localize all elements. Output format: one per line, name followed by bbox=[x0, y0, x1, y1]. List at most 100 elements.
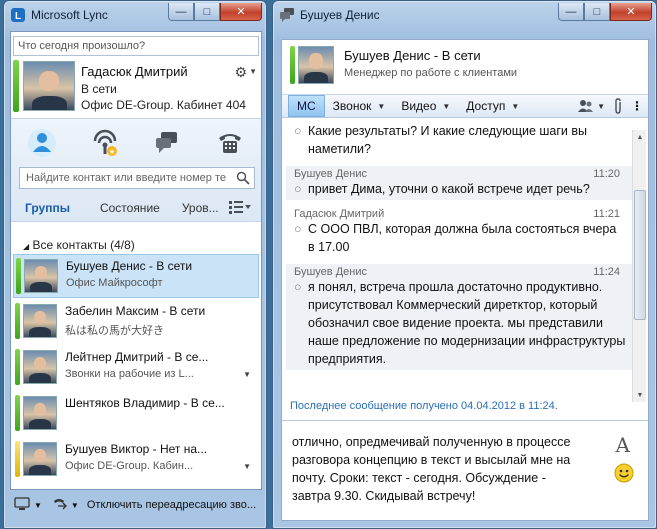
collapse-triangle-icon: ◢ bbox=[23, 242, 30, 251]
participant-avatar[interactable] bbox=[298, 46, 334, 84]
gear-icon[interactable]: ⚙ bbox=[234, 64, 247, 81]
my-presence-indicator[interactable] bbox=[13, 60, 19, 112]
contact-search-input[interactable]: Найдите контакт или введите номер те bbox=[19, 167, 255, 189]
scroll-down-icon[interactable]: ▼ bbox=[633, 388, 647, 402]
contact-name: Забелин Максим - В сети bbox=[65, 304, 206, 318]
group-all-contacts[interactable]: ◢ Все контакты (4/8) bbox=[23, 238, 135, 252]
call-button[interactable]: Звонок ▼ bbox=[325, 94, 394, 118]
message-transcript: ○ Какие результаты? И какие следующие шаг… bbox=[286, 122, 632, 404]
contact-avatar[interactable] bbox=[24, 259, 58, 293]
video-button[interactable]: Видео ▼ bbox=[393, 94, 458, 118]
presence-indicator bbox=[15, 303, 20, 339]
scrollbar-thumb[interactable] bbox=[634, 190, 646, 320]
more-options-button[interactable]: ⋮ bbox=[627, 94, 648, 118]
chevron-down-icon: ▼ bbox=[597, 101, 605, 111]
minimize-button[interactable]: — bbox=[168, 3, 194, 21]
bullet-icon: ○ bbox=[294, 182, 302, 196]
contact-avatar[interactable] bbox=[23, 350, 57, 384]
contact-item[interactable]: Шентяков Владимир - В се... bbox=[13, 392, 259, 436]
contact-item[interactable]: Забелин Максим - В сети 私は私の馬が大好き bbox=[13, 300, 259, 344]
call-forward-icon[interactable] bbox=[52, 497, 68, 514]
view-tabs: Группы Состояние Уров... bbox=[11, 197, 261, 219]
conversation-window: Бушуев Денис — □ ✕ Бушуев Денис - В сети… bbox=[272, 0, 657, 529]
close-button[interactable]: ✕ bbox=[220, 3, 262, 21]
contact-avatar[interactable] bbox=[23, 442, 57, 476]
window-title: Бушуев Денис bbox=[300, 8, 380, 22]
close-button[interactable]: ✕ bbox=[610, 3, 652, 21]
call-forward-toggle[interactable]: Отключить переадресацию зво... bbox=[87, 499, 256, 511]
message-time: 11:24 bbox=[593, 266, 620, 278]
search-placeholder: Найдите контакт или введите номер те bbox=[26, 172, 226, 184]
screen-icon[interactable] bbox=[14, 496, 30, 514]
contact-avatar[interactable] bbox=[23, 396, 57, 430]
tab-status[interactable]: Состояние bbox=[100, 201, 160, 215]
phone-tab[interactable] bbox=[210, 125, 250, 161]
message-line: ○ Какие результаты? И какие следующие шаг… bbox=[286, 122, 632, 160]
conversations-tab[interactable] bbox=[147, 125, 187, 161]
contact-avatar[interactable] bbox=[23, 304, 57, 338]
conversation-toolbar: МС Звонок ▼ Видео ▼ Доступ ▼ ▼ ⋮ bbox=[282, 94, 648, 118]
message-line: ○ привет Дима, уточни о какой встрече иде… bbox=[286, 180, 632, 200]
contact-note: Офис DE-Group. Кабин... bbox=[65, 460, 194, 472]
my-location[interactable]: Офис DE-Group. Кабинет 404 bbox=[81, 98, 246, 112]
chevron-down-icon[interactable]: ▼ bbox=[34, 501, 42, 510]
people-options-button[interactable]: ▼ bbox=[573, 94, 609, 118]
activity-feed-icon: ★ bbox=[93, 129, 117, 156]
chevron-down-icon[interactable]: ▼ bbox=[249, 67, 257, 76]
presence-indicator bbox=[15, 395, 20, 431]
minimize-button[interactable]: — bbox=[558, 3, 584, 21]
tab-relationship[interactable]: Уров... bbox=[182, 201, 219, 215]
svg-text:★: ★ bbox=[109, 148, 115, 156]
maximize-button[interactable]: □ bbox=[584, 3, 610, 21]
chevron-down-icon: ▼ bbox=[511, 101, 520, 111]
my-avatar[interactable] bbox=[23, 61, 75, 111]
lync-titlebar[interactable]: L Microsoft Lync — □ ✕ bbox=[4, 1, 266, 29]
conversation-titlebar[interactable]: Бушуев Денис — □ ✕ bbox=[273, 1, 656, 29]
list-view-icon[interactable] bbox=[228, 200, 251, 217]
presence-indicator bbox=[15, 441, 20, 477]
maximize-button[interactable]: □ bbox=[194, 3, 220, 21]
chevron-down-icon[interactable]: ▼ bbox=[243, 370, 251, 379]
people-icon bbox=[578, 100, 594, 112]
video-label: Видео bbox=[401, 99, 437, 113]
lync-logo-icon: L bbox=[10, 7, 26, 23]
conversation-content: Бушуев Денис - В сети Менеджер по работе… bbox=[281, 39, 649, 521]
participant-presence-indicator bbox=[290, 46, 295, 84]
contacts-icon bbox=[28, 129, 57, 157]
message-author: Гадасюк Дмитрий bbox=[294, 208, 385, 220]
message-text: С ООО ПВЛ, которая должна была состоятьс… bbox=[308, 222, 617, 254]
bullet-icon: ○ bbox=[294, 280, 302, 294]
im-button[interactable]: МС bbox=[288, 95, 325, 117]
search-icon[interactable] bbox=[236, 171, 250, 188]
compose-text[interactable]: отлично, опредмечивай полученную в проце… bbox=[292, 433, 582, 505]
font-icon[interactable]: A bbox=[616, 433, 630, 457]
emoticon-icon[interactable] bbox=[614, 463, 634, 486]
chevron-down-icon[interactable]: ▼ bbox=[243, 462, 251, 471]
group-label: Все контакты (4/8) bbox=[32, 238, 135, 252]
contact-name: Шентяков Владимир - В се... bbox=[65, 396, 225, 410]
conversations-icon bbox=[156, 132, 178, 153]
contact-item[interactable]: Бушуев Денис - В сети Офис Майкрософт bbox=[13, 254, 259, 298]
scroll-up-icon[interactable]: ▲ bbox=[633, 130, 647, 144]
share-button[interactable]: Доступ ▼ bbox=[458, 94, 527, 118]
presence-indicator bbox=[16, 258, 21, 294]
message-compose-area[interactable]: отлично, опредмечивай полученную в проце… bbox=[282, 420, 648, 520]
transcript-scrollbar[interactable]: ▲ ▼ bbox=[632, 130, 646, 402]
activity-feed-tab[interactable]: ★ bbox=[85, 125, 125, 161]
contact-item[interactable]: Бушуев Виктор - Нет на... Офис DE-Group. … bbox=[13, 438, 259, 482]
contacts-tab[interactable] bbox=[22, 125, 62, 161]
participant-name[interactable]: Бушуев Денис - В сети bbox=[344, 48, 481, 63]
tab-groups[interactable]: Группы bbox=[25, 201, 70, 215]
lync-bottom-bar: ▼ ▼ Отключить переадресацию зво... bbox=[10, 491, 262, 519]
message-header: Бушуев Денис 11:24 bbox=[286, 264, 632, 278]
attach-button[interactable] bbox=[609, 94, 627, 118]
bullet-icon: ○ bbox=[294, 124, 302, 138]
message-time: 11:20 bbox=[593, 168, 620, 180]
message-line: ○ С ООО ПВЛ, которая должна была состоять… bbox=[286, 220, 632, 258]
status-note-input[interactable]: Что сегодня произошло? bbox=[13, 36, 259, 56]
bullet-icon: ○ bbox=[294, 222, 302, 236]
my-status[interactable]: В сети bbox=[81, 82, 117, 96]
my-contact-card: Гадасюк Дмитрий В сети Офис DE-Group. Ка… bbox=[11, 60, 261, 116]
contact-item[interactable]: Лейтнер Дмитрий - В се... Звонки на рабоч… bbox=[13, 346, 259, 390]
chevron-down-icon[interactable]: ▼ bbox=[71, 501, 79, 510]
